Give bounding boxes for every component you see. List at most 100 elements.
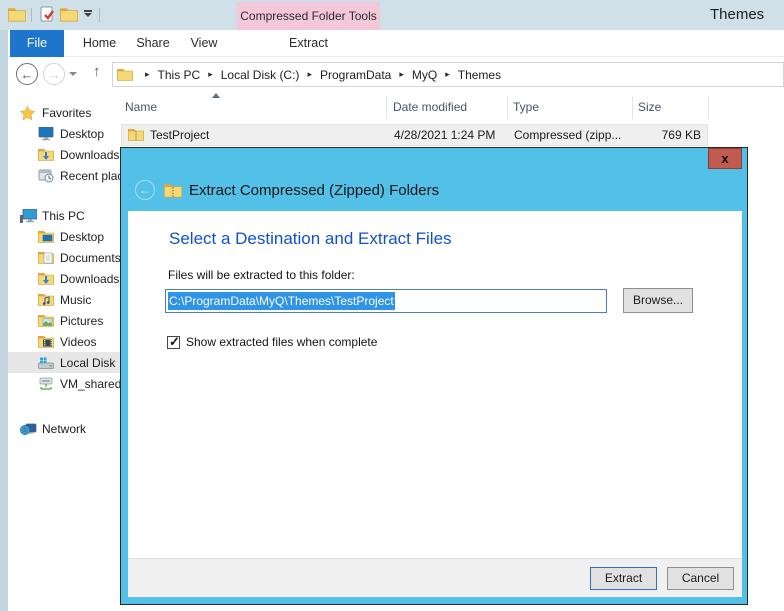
sidebar-item-label: Music xyxy=(60,293,91,307)
breadcrumb-separator-icon xyxy=(439,69,456,80)
breadcrumb-themes[interactable]: Themes xyxy=(456,68,503,82)
checkbox-checked-icon[interactable] xyxy=(167,336,180,349)
sidebar-item-downloads[interactable]: Downloads xyxy=(8,144,138,165)
cancel-button[interactable]: Cancel xyxy=(667,567,734,590)
sidebar-group-favorites[interactable]: Favorites xyxy=(8,102,138,123)
dialog-title: Extract Compressed (Zipped) Folders xyxy=(189,182,439,199)
breadcrumb-local-disk[interactable]: Local Disk (C:) xyxy=(219,68,302,82)
dialog-back-button: ← xyxy=(135,180,155,200)
destination-path-input[interactable]: C:\ProgramData\MyQ\Themes\TestProject xyxy=(165,289,607,313)
sidebar-group-label: This PC xyxy=(42,209,85,223)
sidebar-item-pictures[interactable]: Pictures xyxy=(8,310,138,331)
tab-extract[interactable]: Extract xyxy=(237,30,380,57)
sidebar-item-music[interactable]: Music xyxy=(8,289,138,310)
sidebar-item-documents[interactable]: Documents xyxy=(8,247,138,268)
dialog-titlebar: ← Extract Compressed (Zipped) Folders xyxy=(135,178,439,202)
sidebar-item-label: Pictures xyxy=(60,314,103,328)
folder-download-icon xyxy=(38,148,56,161)
back-button[interactable]: ← xyxy=(16,63,38,85)
zip-folder-icon xyxy=(164,183,182,198)
divider xyxy=(99,8,100,22)
forward-button[interactable]: → xyxy=(43,63,65,85)
sidebar-item-desktop-pc[interactable]: Desktop xyxy=(8,226,138,247)
column-header-size[interactable]: Size xyxy=(638,96,661,119)
sidebar-item-recent-places[interactable]: Recent places xyxy=(8,165,138,186)
browse-button[interactable]: Browse... xyxy=(623,288,693,313)
extract-button[interactable]: Extract xyxy=(590,567,657,590)
sidebar-item-desktop[interactable]: Desktop xyxy=(8,123,138,144)
qat-customize-caret-icon[interactable] xyxy=(84,13,92,17)
contextual-tab-group: Compressed Folder Tools xyxy=(237,2,380,30)
sidebar-group-label: Network xyxy=(42,422,86,436)
sidebar-group-this-pc[interactable]: This PC xyxy=(8,205,138,226)
file-date-modified: 4/28/2021 1:24 PM xyxy=(394,125,495,145)
sidebar-item-local-disk[interactable]: Local Disk xyxy=(8,352,138,373)
breadcrumb-myq[interactable]: MyQ xyxy=(410,68,439,82)
divider xyxy=(31,8,32,22)
sidebar-item-label: VM_shared xyxy=(60,377,121,391)
window-border xyxy=(0,30,8,611)
breadcrumb-this-pc[interactable]: This PC xyxy=(156,68,203,82)
address-bar[interactable]: This PC Local Disk (C:) ProgramData MyQ … xyxy=(112,62,784,87)
divider[interactable] xyxy=(708,96,709,119)
extract-dialog: x ← Extract Compressed (Zipped) Folders … xyxy=(120,147,748,605)
dialog-heading: Select a Destination and Extract Files xyxy=(169,229,452,249)
sidebar-item-label: Desktop xyxy=(60,230,104,244)
local-disk-icon xyxy=(38,356,56,369)
history-caret-icon[interactable] xyxy=(69,72,77,76)
network-icon xyxy=(20,422,38,436)
sidebar-item-label: Desktop xyxy=(60,127,104,141)
file-size: 769 KB xyxy=(633,125,701,145)
up-button[interactable]: ↑ xyxy=(93,63,101,80)
destination-label: Files will be extracted to this folder: xyxy=(168,268,355,282)
sort-ascending-icon xyxy=(212,93,220,98)
file-name: TestProject xyxy=(150,125,209,145)
selected-path-text: C:\ProgramData\MyQ\Themes\TestProject xyxy=(168,292,395,310)
sidebar-item-label: Videos xyxy=(60,335,96,349)
music-folder-icon xyxy=(38,293,56,306)
column-header-row: Name Date modified Type Size xyxy=(120,96,784,119)
network-drive-icon xyxy=(38,377,56,391)
dialog-footer: Extract Cancel xyxy=(128,558,742,597)
tab-view[interactable]: View xyxy=(179,30,229,57)
videos-folder-icon xyxy=(38,335,56,348)
computer-icon xyxy=(20,209,38,223)
close-button[interactable]: x xyxy=(708,148,742,169)
sidebar-item-label: Documents xyxy=(60,251,121,265)
address-folder-icon xyxy=(117,68,135,81)
breadcrumb-separator-icon xyxy=(301,69,318,80)
column-header-name[interactable]: Name xyxy=(125,96,157,119)
window-titlebar: Compressed Folder Tools Themes xyxy=(0,0,784,30)
divider xyxy=(8,186,138,205)
sidebar-group-network[interactable]: Network xyxy=(8,418,138,439)
tab-home[interactable]: Home xyxy=(72,30,127,57)
breadcrumb-separator-icon xyxy=(202,69,219,80)
qat-properties-icon[interactable] xyxy=(39,6,56,28)
divider[interactable] xyxy=(507,96,508,119)
sidebar-item-label: Downloads xyxy=(60,148,119,162)
qat-new-folder-icon[interactable] xyxy=(60,7,78,27)
sidebar-item-videos[interactable]: Videos xyxy=(8,331,138,352)
pictures-folder-icon xyxy=(38,314,56,327)
divider[interactable] xyxy=(386,96,387,119)
sidebar-item-label: Local Disk xyxy=(60,356,115,370)
dialog-body: Select a Destination and Extract Files F… xyxy=(128,211,742,560)
column-header-date-modified[interactable]: Date modified xyxy=(393,96,467,119)
tab-file[interactable]: File xyxy=(10,30,64,57)
divider[interactable] xyxy=(632,96,633,119)
breadcrumb-programdata[interactable]: ProgramData xyxy=(318,68,393,82)
sidebar-item-label: Downloads xyxy=(60,272,119,286)
star-icon xyxy=(20,106,38,120)
show-files-checkbox-row[interactable]: Show extracted files when complete xyxy=(167,335,377,349)
sidebar-item-vm-shared[interactable]: VM_shared xyxy=(8,373,138,394)
column-header-type[interactable]: Type xyxy=(513,96,539,119)
table-row[interactable]: TestProject 4/28/2021 1:24 PM Compressed… xyxy=(121,124,708,146)
zip-folder-icon xyxy=(128,128,146,141)
sidebar-item-downloads-pc[interactable]: Downloads xyxy=(8,268,138,289)
navigation-bar: ← → ↑ This PC Local Disk (C:) ProgramDat… xyxy=(0,57,784,92)
sidebar-group-label: Favorites xyxy=(42,106,91,120)
tab-share[interactable]: Share xyxy=(127,30,179,57)
divider xyxy=(8,394,138,418)
window-title: Themes xyxy=(710,0,764,30)
ribbon-tab-bar: File Home Share View Extract xyxy=(0,30,784,57)
